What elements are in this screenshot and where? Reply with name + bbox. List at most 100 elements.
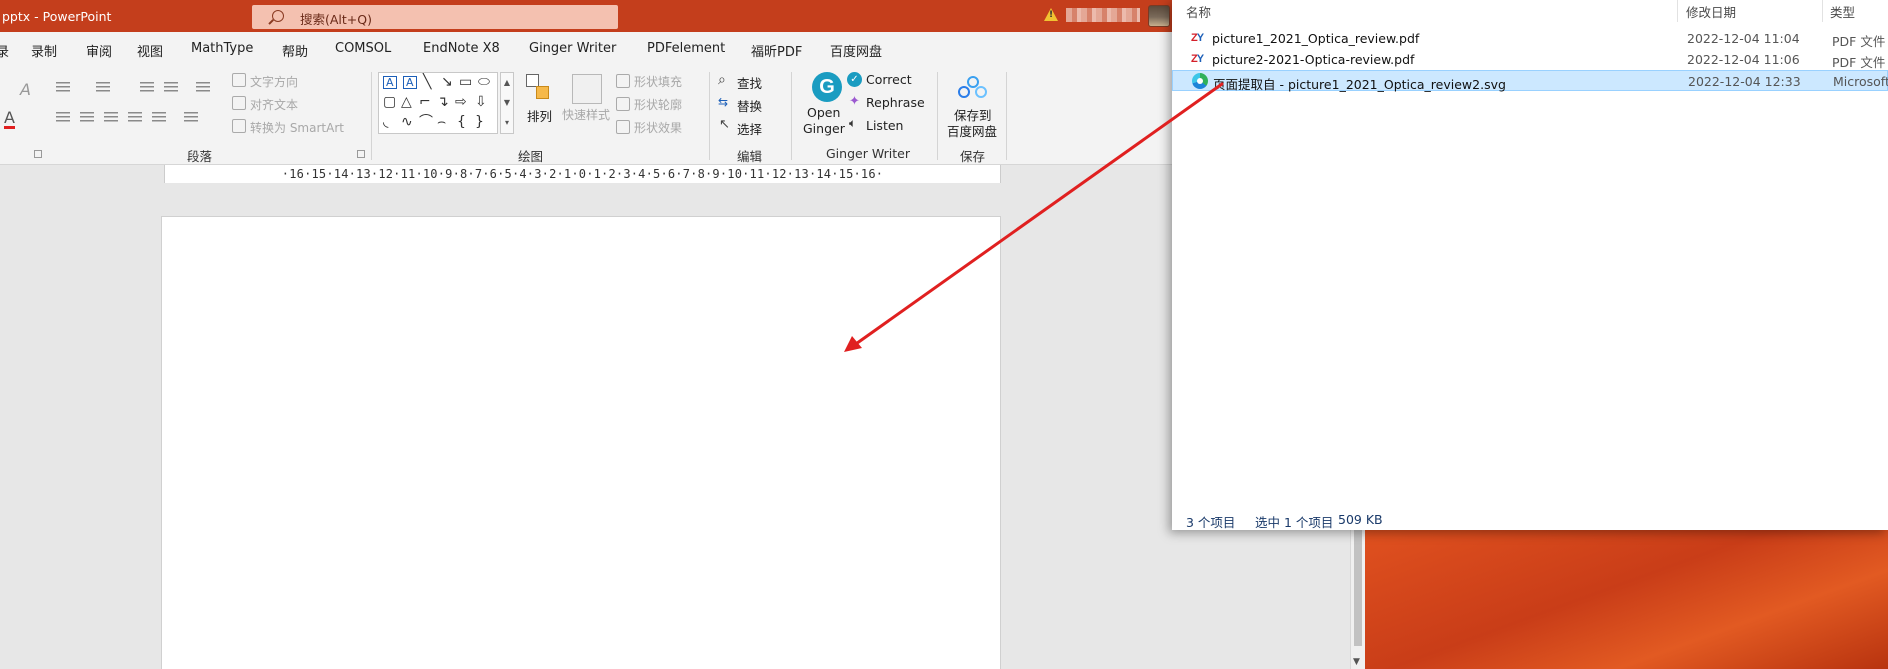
tab-partial[interactable]: 录 xyxy=(0,41,9,60)
warning-icon[interactable] xyxy=(1044,8,1058,21)
open-ginger-line1[interactable]: Open xyxy=(807,105,840,120)
file-type: PDF 文件 xyxy=(1832,34,1886,49)
tab-record[interactable]: 录制 xyxy=(31,41,57,60)
status-selected-count: 选中 1 个项目 xyxy=(1255,515,1334,530)
tab-mathtype[interactable]: MathType xyxy=(191,41,253,56)
scribble-shape-icon[interactable]: ∿ xyxy=(401,115,413,129)
connector-shape-icon[interactable]: ⌐ xyxy=(419,95,431,109)
shapes-gallery[interactable]: A A ╲ ↘ ▭ ⬭ ▢ △ ⌐ ↴ ⇨ ⇩ ◟ ∿ ⌒ ⌢ { } xyxy=(378,72,498,134)
text-highlight-icon[interactable]: A xyxy=(20,80,31,99)
text-direction-icon xyxy=(232,73,246,87)
columns-icon[interactable] xyxy=(184,112,198,124)
pen-icon xyxy=(616,97,630,111)
down-arrow-shape-icon[interactable]: ⇩ xyxy=(475,95,487,109)
file-explorer-window: 名称 修改日期 类型 ZY picture1_2021_Optica_revie… xyxy=(1172,0,1888,530)
group-label-save: 保存 xyxy=(960,149,986,164)
file-row[interactable]: ZY picture1_2021_Optica_review.pdf 2022-… xyxy=(1172,28,1888,49)
oval-shape-icon[interactable]: ⬭ xyxy=(478,75,490,89)
column-divider[interactable] xyxy=(1822,0,1823,22)
left-brace-icon[interactable]: { xyxy=(457,115,466,129)
search-box[interactable]: 搜索(Alt+Q) xyxy=(252,5,618,29)
ginger-logo-icon[interactable]: G xyxy=(812,72,842,102)
quick-styles-icon xyxy=(572,74,602,104)
right-brace-icon[interactable]: } xyxy=(475,115,484,129)
slide-canvas[interactable] xyxy=(161,216,1001,669)
align-left-icon[interactable] xyxy=(56,112,70,124)
shape-effects-button[interactable]: 形状效果 xyxy=(634,119,682,136)
avatar[interactable] xyxy=(1148,5,1170,27)
horizontal-ruler[interactable]: ·16·15·14·13·12·11·10·9·8·7·6·5·4·3·2·1·… xyxy=(164,165,1001,183)
column-header-name[interactable]: 名称 xyxy=(1186,2,1211,21)
ribbon-tabs: 录 录制 审阅 视图 MathType 帮助 COMSOL EndNote X8… xyxy=(0,32,1200,66)
quick-styles-button[interactable]: 快速样式 xyxy=(562,106,610,123)
dialog-launcher-icon[interactable] xyxy=(34,150,42,158)
column-header-modified[interactable]: 修改日期 xyxy=(1686,2,1736,21)
font-color-icon[interactable]: A xyxy=(4,110,15,129)
shape-fill-button[interactable]: 形状填充 xyxy=(634,73,682,90)
text-box-icon[interactable]: A xyxy=(383,76,397,89)
vertical-text-box-icon[interactable]: A xyxy=(403,76,417,89)
shape-outline-button[interactable]: 形状轮廓 xyxy=(634,96,682,113)
arrange-button[interactable]: 排列 xyxy=(527,106,552,125)
scroll-down-icon[interactable]: ▼ xyxy=(1353,657,1360,667)
tab-baidu-netdisk[interactable]: 百度网盘 xyxy=(830,41,882,60)
convert-smartart-button[interactable]: 转换为 SmartArt xyxy=(250,119,344,136)
open-ginger-line2[interactable]: Ginger xyxy=(803,121,845,136)
replace-button[interactable]: 替换 xyxy=(737,96,762,115)
rounded-rect-shape-icon[interactable]: ▢ xyxy=(383,95,396,109)
align-center-icon[interactable] xyxy=(80,112,94,124)
tab-ginger-writer[interactable]: Ginger Writer xyxy=(529,41,616,56)
freeform-shape-icon[interactable]: ◟ xyxy=(383,115,388,129)
file-row[interactable]: ZY picture2-2021-Optica-review.pdf 2022-… xyxy=(1172,49,1888,70)
right-arrow-shape-icon[interactable]: ⇨ xyxy=(455,95,467,109)
window-title: pptx - PowerPoint xyxy=(2,9,112,24)
user-name-blurred[interactable] xyxy=(1066,8,1140,22)
align-text-button[interactable]: 对齐文本 xyxy=(250,96,298,113)
file-row-selected[interactable]: 页面提取自 - picture1_2021_Optica_review2.svg… xyxy=(1172,70,1888,92)
triangle-shape-icon[interactable]: △ xyxy=(401,95,412,109)
chevron-up-icon[interactable]: ▲ xyxy=(501,73,513,93)
line-spacing-icon[interactable] xyxy=(196,82,210,94)
justify-icon[interactable] xyxy=(128,112,142,124)
column-divider[interactable] xyxy=(1677,0,1678,22)
group-separator xyxy=(371,72,372,160)
arrange-icon[interactable] xyxy=(526,74,552,102)
text-direction-button[interactable]: 文字方向 xyxy=(250,73,298,90)
bullets-icon[interactable] xyxy=(56,82,70,94)
increase-indent-icon[interactable] xyxy=(164,82,178,94)
ruler-area: ·16·15·14·13·12·11·10·9·8·7·6·5·4·3·2·1·… xyxy=(0,165,1170,185)
tab-review[interactable]: 审阅 xyxy=(86,41,112,60)
chevron-down-icon[interactable]: ▼ xyxy=(501,93,513,113)
tab-endnote[interactable]: EndNote X8 xyxy=(423,41,500,56)
rephrase-button[interactable]: Rephrase xyxy=(866,95,925,110)
baidu-cloud-icon[interactable] xyxy=(958,76,988,100)
select-button[interactable]: 选择 xyxy=(737,119,762,138)
group-label-drawing: 绘图 xyxy=(518,149,544,164)
arrow-line-shape-icon[interactable]: ↘ xyxy=(441,75,453,89)
cursor-icon: ↖ xyxy=(719,117,730,132)
decrease-indent-icon[interactable] xyxy=(140,82,154,94)
numbering-icon[interactable] xyxy=(96,82,110,94)
column-header-type[interactable]: 类型 xyxy=(1830,2,1855,21)
dialog-launcher-icon[interactable] xyxy=(357,150,365,158)
more-icon[interactable]: ▾ xyxy=(501,113,513,133)
line-shape-icon[interactable]: ╲ xyxy=(423,75,431,89)
rectangle-shape-icon[interactable]: ▭ xyxy=(459,75,472,89)
tab-comsol[interactable]: COMSOL xyxy=(335,41,391,56)
tab-view[interactable]: 视图 xyxy=(137,41,163,60)
elbow-connector-icon[interactable]: ↴ xyxy=(437,95,449,109)
tab-pdfelement[interactable]: PDFelement xyxy=(647,41,725,56)
find-button[interactable]: 查找 xyxy=(737,73,762,92)
gallery-scroll[interactable]: ▲ ▼ ▾ xyxy=(500,72,514,134)
listen-button[interactable]: Listen xyxy=(866,118,903,133)
distribute-icon[interactable] xyxy=(152,112,166,124)
search-icon xyxy=(272,10,284,22)
tab-foxit-pdf[interactable]: 福昕PDF xyxy=(751,41,802,60)
curve-shape-icon[interactable]: ⌢ xyxy=(437,115,446,129)
correct-button[interactable]: Correct xyxy=(866,72,912,87)
arc-shape-icon[interactable]: ⌒ xyxy=(419,115,433,129)
align-right-icon[interactable] xyxy=(104,112,118,124)
find-icon: ⌕ xyxy=(718,72,726,88)
tab-help[interactable]: 帮助 xyxy=(282,41,308,60)
save-to-baidu-line2[interactable]: 百度网盘 xyxy=(947,121,997,140)
